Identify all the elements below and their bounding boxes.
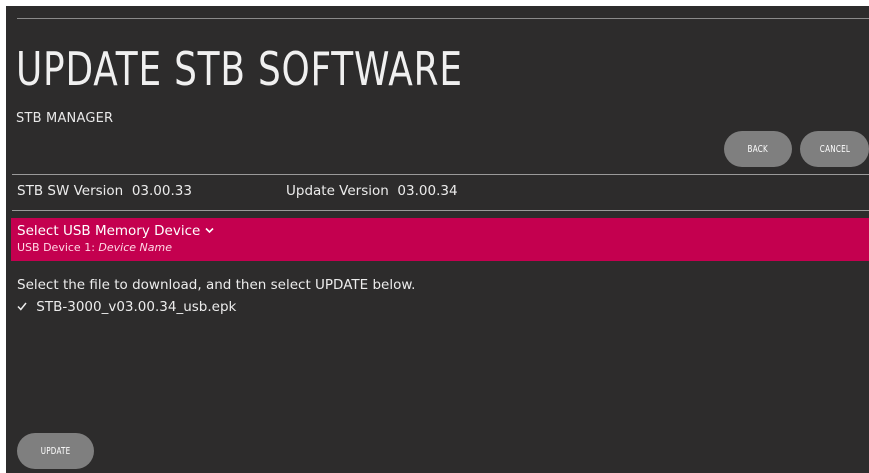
- cancel-button[interactable]: CANCEL: [800, 131, 869, 167]
- usb-device-info: USB Device 1: Device Name: [17, 241, 172, 254]
- cancel-button-label: CANCEL: [819, 143, 850, 155]
- back-button[interactable]: BACK: [724, 131, 792, 167]
- page-subtitle: STB MANAGER: [16, 111, 114, 126]
- current-version-label: STB SW Version: [17, 183, 124, 199]
- back-button-label: BACK: [747, 143, 769, 155]
- version-divider-bottom: [12, 210, 869, 211]
- version-divider-top: [12, 174, 869, 175]
- usb-device-selector[interactable]: Select USB Memory Device USB Device 1: D…: [11, 218, 869, 261]
- file-name: STB-3000_v03.00.34_usb.epk: [36, 299, 237, 315]
- current-version: STB SW Version 03.00.33: [17, 183, 192, 199]
- update-version-label: Update Version: [286, 183, 389, 199]
- usb-device-name: Device Name: [98, 241, 172, 254]
- usb-select-label: Select USB Memory Device: [17, 223, 201, 239]
- update-screen: UPDATE STB SOFTWARE STB MANAGER BACK CAN…: [6, 6, 869, 473]
- update-button-label: UPDATE: [40, 445, 71, 457]
- check-icon: [17, 299, 31, 315]
- update-version: Update Version 03.00.34: [286, 183, 458, 199]
- current-version-value: 03.00.33: [131, 183, 192, 199]
- usb-device-prefix: USB Device 1:: [17, 241, 95, 254]
- update-button[interactable]: UPDATE: [17, 433, 94, 469]
- file-list-item[interactable]: STB-3000_v03.00.34_usb.epk: [17, 299, 236, 315]
- usb-select-dropdown[interactable]: Select USB Memory Device: [17, 223, 214, 239]
- update-version-value: 03.00.34: [397, 183, 458, 199]
- page-title: UPDATE STB SOFTWARE: [16, 42, 463, 96]
- instruction-text: Select the file to download, and then se…: [17, 277, 416, 293]
- chevron-down-icon: [205, 223, 214, 239]
- top-divider: [17, 18, 869, 19]
